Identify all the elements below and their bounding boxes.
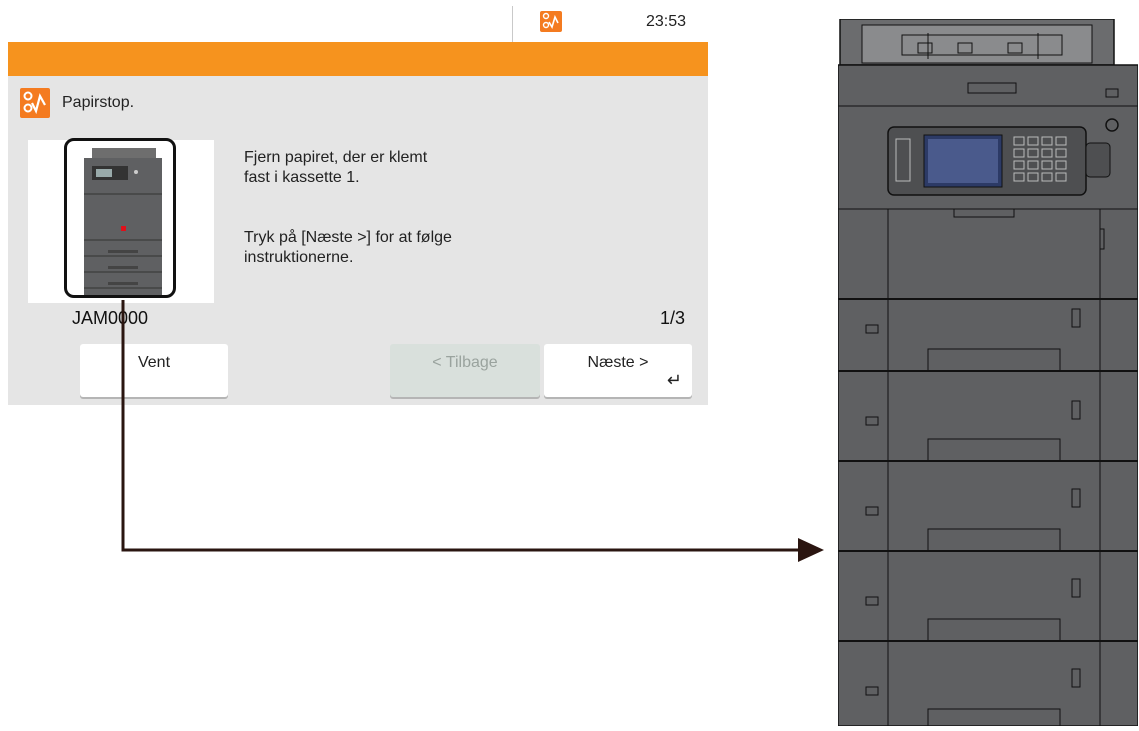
printer-illustration bbox=[837, 18, 1139, 727]
